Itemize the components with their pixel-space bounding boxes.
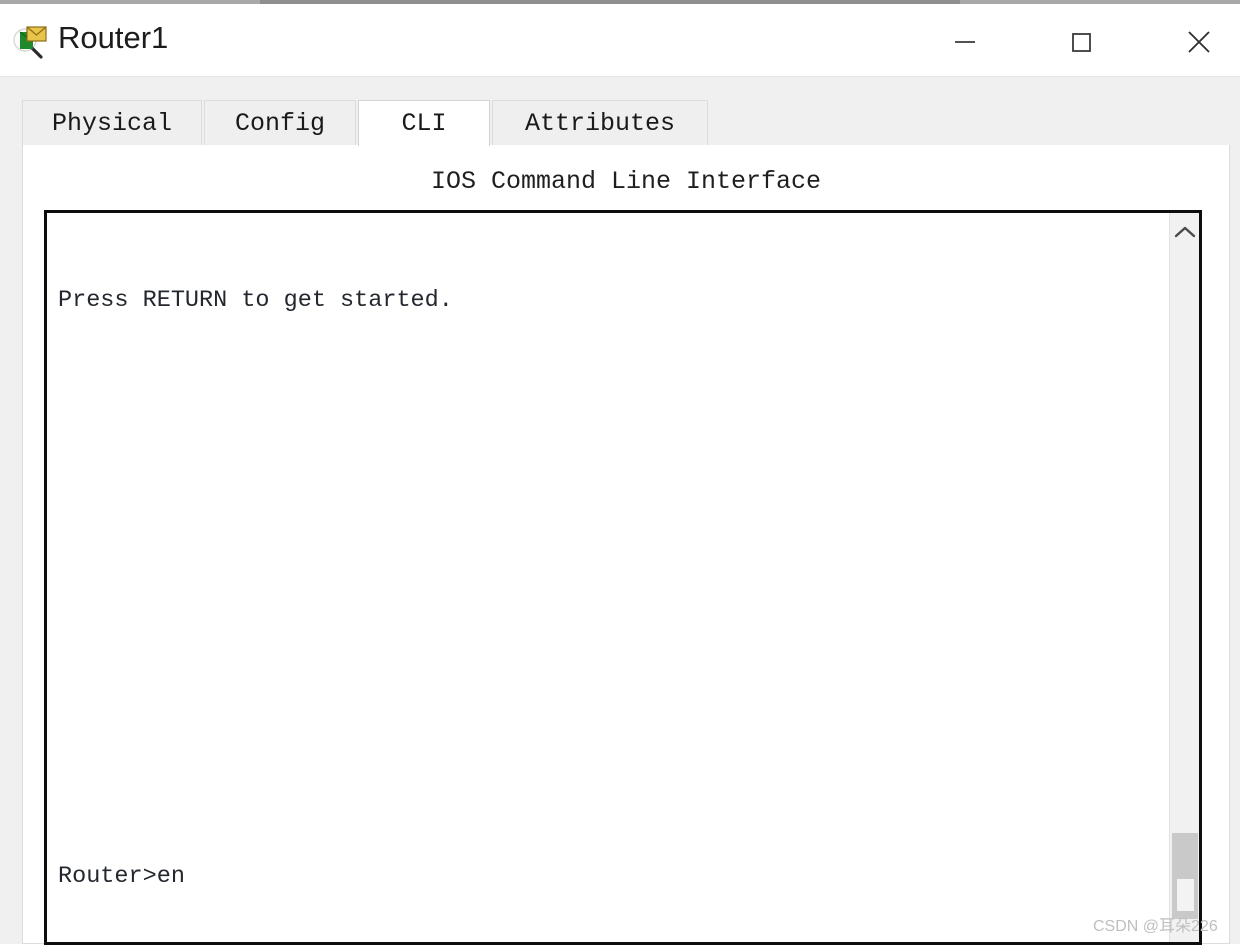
panel-title: IOS Command Line Interface bbox=[430, 167, 822, 196]
terminal-line: Router>en bbox=[58, 863, 185, 890]
packet-inspect-icon bbox=[10, 22, 48, 60]
terminal-line: Press RETURN to get started. bbox=[58, 287, 453, 314]
terminal-text: Press RETURN to get started. Router>en R… bbox=[58, 221, 1166, 942]
tab-config[interactable]: Config bbox=[204, 100, 356, 146]
terminal-blank-region bbox=[58, 381, 1166, 797]
chevron-up-icon[interactable] bbox=[1170, 213, 1199, 249]
terminal-scrollbar[interactable] bbox=[1169, 213, 1199, 942]
window-title: Router1 bbox=[58, 20, 169, 55]
terminal-output-area[interactable]: Press RETURN to get started. Router>en R… bbox=[44, 210, 1202, 945]
minimize-button[interactable] bbox=[926, 8, 1004, 76]
router-cli-window: Router1 Physical Config CLI Attributes I… bbox=[0, 0, 1240, 945]
maximize-button[interactable] bbox=[1042, 8, 1120, 76]
title-bar: Router1 bbox=[0, 4, 1240, 77]
scrollbar-thumb-notch bbox=[1177, 879, 1194, 911]
tab-cli[interactable]: CLI bbox=[358, 100, 490, 146]
cli-panel: IOS Command Line Interface Press RETURN … bbox=[22, 145, 1230, 945]
tab-physical[interactable]: Physical bbox=[22, 100, 202, 146]
tab-bar: Physical Config CLI Attributes bbox=[22, 100, 1230, 146]
close-button[interactable] bbox=[1160, 8, 1238, 76]
tab-attributes[interactable]: Attributes bbox=[492, 100, 708, 146]
scrollbar-thumb[interactable] bbox=[1172, 833, 1198, 919]
